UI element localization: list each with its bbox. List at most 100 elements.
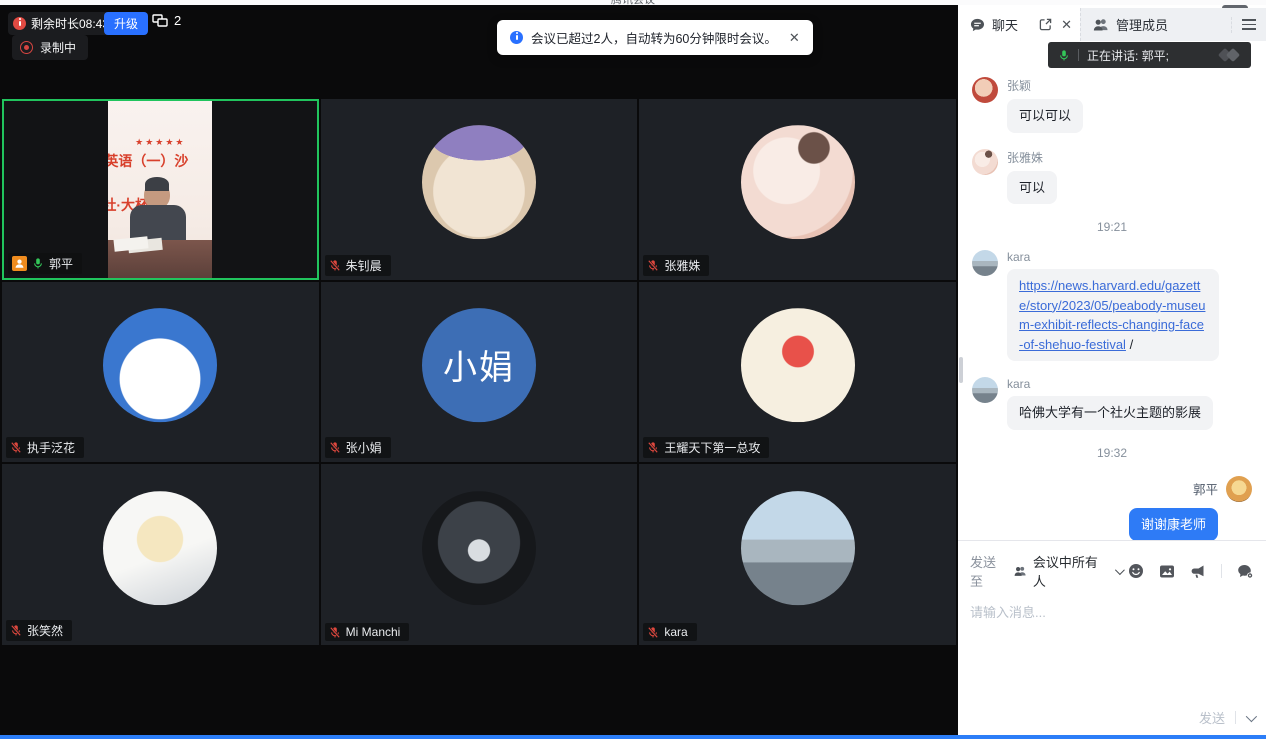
link-suffix: / (1126, 337, 1133, 352)
participant-name-label: 张笑然 (6, 620, 72, 641)
send-to-selector[interactable]: 会议中所有人 (1033, 552, 1109, 590)
message-sender: 郭平 (1193, 479, 1218, 498)
message-link[interactable]: https://news.harvard.edu/gazette/story/2… (1019, 278, 1205, 352)
remaining-time-pill: 剩余时长08:43 (8, 12, 118, 35)
video-tile[interactable]: 小娟 张小娟 (321, 282, 638, 463)
video-tile[interactable]: kara (639, 464, 956, 645)
recording-indicator[interactable]: 录制中 (12, 35, 88, 60)
message-sender: 张雅姝 (1007, 149, 1057, 166)
video-tile[interactable]: Mi Manchi (321, 464, 638, 645)
send-button[interactable]: 发送 (1199, 708, 1225, 727)
video-tile[interactable]: 张雅姝 (639, 99, 956, 280)
chat-avatar (972, 377, 998, 403)
upgrade-button[interactable]: 升级 (104, 12, 148, 35)
message-sender: kara (1007, 250, 1219, 264)
video-tile[interactable]: 执手泛花 (2, 282, 319, 463)
message-bubble: 谢谢康老师 (1129, 508, 1218, 541)
send-options-chevron-icon[interactable] (1246, 710, 1257, 721)
chat-panel: 聊天 ✕ 管理成员 张颖可以可以张雅姝可以19:21karahttps:// (958, 5, 1266, 739)
muted-mic-icon (329, 441, 341, 454)
message-bubble: 可以 (1007, 171, 1057, 205)
participant-name: Mi Manchi (346, 625, 401, 639)
video-banner-text: 英语（一）沙 (108, 151, 188, 171)
message-bubble: 哈佛大学有一个社火主题的影展 (1007, 396, 1213, 430)
participant-name-label: 张小娟 (325, 437, 391, 458)
muted-mic-icon (647, 626, 659, 639)
muted-mic-icon (647, 441, 659, 454)
banner-close-icon[interactable]: ✕ (789, 31, 800, 44)
chat-avatar (1226, 476, 1252, 502)
banner-text: 会议已超过2人，自动转为60分钟限时会议。 (531, 28, 777, 47)
record-icon (20, 41, 33, 54)
send-row: 发送 (1199, 708, 1254, 727)
participant-avatar (741, 125, 855, 239)
tab-members-label: 管理成员 (1116, 15, 1168, 34)
muted-mic-icon (329, 259, 341, 272)
participant-avatar: 小娟 (422, 308, 536, 422)
participant-avatar (741, 491, 855, 605)
announcement-icon[interactable] (1190, 564, 1206, 579)
participant-name: 张笑然 (27, 622, 63, 639)
recording-label: 录制中 (40, 39, 76, 56)
video-tile[interactable]: 王耀天下第一总攻 (639, 282, 956, 463)
muted-mic-icon (329, 626, 341, 639)
participant-name: 王耀天下第一总攻 (664, 439, 760, 456)
members-icon (1093, 18, 1109, 31)
video-area: 剩余时长08:43 升级 2 录制中 ★★★★★英语（一）沙社·大杯·英省赛辅 … (0, 5, 958, 739)
participant-name: 朱钊晨 (346, 257, 382, 274)
image-icon[interactable] (1159, 564, 1175, 579)
shared-screens-indicator[interactable]: 2 (152, 13, 181, 28)
video-tile[interactable]: 朱钊晨 (321, 99, 638, 280)
participant-name-label: 郭平 (8, 253, 82, 274)
video-tile[interactable]: ★★★★★英语（一）沙社·大杯·英省赛辅 郭平 (2, 99, 319, 280)
participant-name-label: kara (643, 623, 696, 641)
chat-message: 郭平谢谢康老师 (972, 476, 1252, 541)
participant-video: ★★★★★英语（一）沙社·大杯·英省赛辅 (108, 101, 212, 278)
warning-info-icon (13, 17, 26, 30)
chat-settings-icon[interactable] (1237, 564, 1254, 579)
participant-name: 执手泛花 (27, 439, 75, 456)
speaking-indicator: 正在讲话: 郭平; (1048, 42, 1251, 68)
message-sender: 张颖 (1007, 77, 1083, 94)
participant-name: 张小娟 (346, 439, 382, 456)
muted-mic-icon (647, 259, 659, 272)
send-to-row: 发送至 会议中所有人 (958, 541, 1266, 590)
participant-name: kara (664, 625, 687, 639)
tab-members[interactable]: 管理成员 (1080, 8, 1266, 41)
tab-chat-label: 聊天 (992, 15, 1018, 34)
participant-avatar (422, 125, 536, 239)
tab-close-icon[interactable]: ✕ (1061, 17, 1072, 33)
popout-icon[interactable] (1039, 18, 1052, 31)
chevron-down-icon[interactable] (1115, 565, 1125, 575)
speaking-text: 正在讲话: 郭平; (1087, 47, 1169, 64)
screens-icon (152, 14, 168, 28)
participant-name-label: 王耀天下第一总攻 (643, 437, 769, 458)
participant-avatar (741, 308, 855, 422)
participant-name-label: 朱钊晨 (325, 255, 391, 276)
mic-icon (32, 257, 44, 270)
chat-message: kara哈佛大学有一个社火主题的影展 (972, 377, 1252, 430)
video-tile[interactable]: 张笑然 (2, 464, 319, 645)
video-grid: ★★★★★英语（一）沙社·大杯·英省赛辅 郭平 朱钊晨 张雅姝 执手泛花小娟 张 (2, 99, 956, 645)
message-bubble: 可以可以 (1007, 99, 1083, 133)
participant-avatar (103, 308, 217, 422)
host-badge-icon (12, 256, 27, 271)
menu-icon[interactable] (1231, 17, 1256, 33)
chat-message: kara https://news.harvard.edu/gazette/sto… (972, 250, 1252, 361)
window-bottom-accent (0, 735, 1266, 739)
participant-name-label: 张雅姝 (643, 255, 709, 276)
send-to-label: 发送至 (970, 552, 1008, 590)
screen-count: 2 (174, 13, 181, 28)
chat-avatar (972, 250, 998, 276)
message-timestamp: 19:32 (972, 446, 1252, 460)
participant-name: 郭平 (49, 255, 73, 272)
chat-bubble-icon (970, 18, 985, 32)
participant-avatar (422, 491, 536, 605)
tab-chat[interactable]: 聊天 ✕ (958, 8, 1080, 41)
participant-name: 张雅姝 (664, 257, 700, 274)
info-icon (510, 31, 523, 44)
meeting-limit-banner: 会议已超过2人，自动转为60分钟限时会议。 ✕ (497, 20, 813, 55)
chat-scrollbar[interactable] (959, 357, 963, 383)
emoji-icon[interactable] (1128, 563, 1144, 579)
message-input[interactable] (970, 602, 1252, 680)
